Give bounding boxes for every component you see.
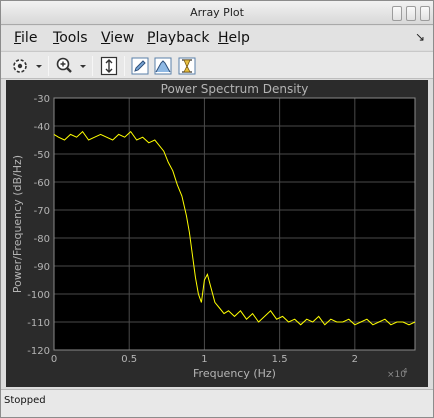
autoscale-icon xyxy=(100,56,118,76)
y-tick-label: -110 xyxy=(27,318,50,329)
y-tick-label: -60 xyxy=(34,178,50,189)
window-title: Array Plot xyxy=(190,6,244,19)
x-exponent-superscript: 4 xyxy=(403,367,408,375)
zoom-in-icon xyxy=(56,57,86,73)
y-tick-label: -90 xyxy=(34,262,50,273)
menu-file[interactable]: File xyxy=(14,30,37,46)
edit-icon xyxy=(131,57,149,75)
minimize-button[interactable] xyxy=(392,6,402,21)
chart-title: Power Spectrum Density xyxy=(161,82,309,96)
array-plot-window: Array Plot File Tools View Playback Help… xyxy=(0,0,434,418)
x-tick-label: 0 xyxy=(51,354,57,365)
dock-arrow-icon[interactable]: ↘ xyxy=(415,30,425,44)
toolbar-separator xyxy=(92,56,93,76)
cursor-measurement-icon xyxy=(178,57,196,75)
toolbar-separator xyxy=(48,56,49,76)
title-bar[interactable]: Array Plot xyxy=(1,1,433,25)
maximize-button[interactable] xyxy=(406,6,416,21)
status-bar: Stopped xyxy=(1,389,433,417)
menu-playback[interactable]: Playback xyxy=(147,30,209,46)
x-tick-label: 1.5 xyxy=(272,354,288,365)
settings-button[interactable] xyxy=(9,55,45,77)
toolbar xyxy=(1,51,433,79)
x-tick-label: 0.5 xyxy=(121,354,137,365)
zoom-button[interactable] xyxy=(53,55,89,77)
y-tick-label: -80 xyxy=(34,234,50,245)
cursor-measurements-button[interactable] xyxy=(177,55,197,77)
toolbar-separator xyxy=(124,56,125,76)
peak-finder-icon xyxy=(154,57,172,75)
menu-view[interactable]: View xyxy=(101,30,134,46)
status-text: Stopped xyxy=(4,395,46,406)
plot-panel: -30 -40 -50 -60 -70 -80 -90 -100 -110 -120 0 0.5 1 1.… xyxy=(6,80,428,387)
peak-finder-button[interactable] xyxy=(153,55,173,77)
menu-tools[interactable]: Tools xyxy=(53,30,88,46)
close-button[interactable] xyxy=(420,6,430,21)
y-tick-label: -40 xyxy=(34,122,50,133)
x-tick-label: 1 xyxy=(201,354,207,365)
y-tick-label: -70 xyxy=(34,206,50,217)
autoscale-button[interactable] xyxy=(98,55,120,77)
y-tick-label: -120 xyxy=(27,346,50,357)
edit-button[interactable] xyxy=(130,55,150,77)
power-spectrum-chart[interactable]: -30 -40 -50 -60 -70 -80 -90 -100 -110 -1200 0.5 1 1.… xyxy=(6,80,428,387)
menu-help[interactable]: Help xyxy=(218,30,250,46)
menu-bar: File Tools View Playback Help xyxy=(1,26,433,50)
y-tick-label: -30 xyxy=(34,94,50,105)
y-tick-label: -50 xyxy=(34,150,50,161)
plot-area xyxy=(54,98,415,350)
x-axis-label: Frequency (Hz) xyxy=(193,367,276,380)
gear-icon xyxy=(13,59,42,73)
x-tick-label: 2 xyxy=(352,354,358,365)
y-axis-label: Power/Frequency (dB/Hz) xyxy=(11,155,24,293)
y-tick-label: -100 xyxy=(27,290,50,301)
